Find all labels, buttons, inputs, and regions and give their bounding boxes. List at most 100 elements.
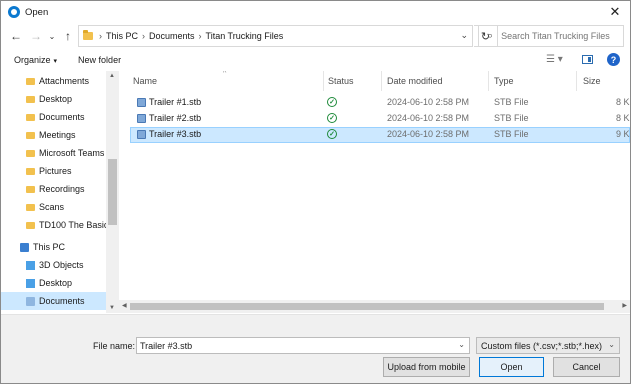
navigation-bar: ← → ⌄ ↑ › This PC › Documents › Titan Tr… <box>1 23 630 49</box>
file-size: 8 KB <box>616 97 630 107</box>
sidebar-item-td100-the-basics[interactable]: TD100 The Basics <box>1 216 113 234</box>
sidebar-item-microsoft-teams[interactable]: Microsoft Teams <box>1 144 106 162</box>
file-date: 2024-06-10 2:58 PM <box>387 113 470 123</box>
sidebar-item-label: Meetings <box>39 130 76 140</box>
sort-ascending-icon: ^ <box>223 71 227 77</box>
breadcrumb-documents[interactable]: Documents <box>149 31 195 41</box>
dialog-footer: File name: Trailer #3.stb ⌄ Custom files… <box>1 314 630 383</box>
sidebar-item-label: This PC <box>33 242 66 252</box>
chevron-down-icon[interactable]: ⌄ <box>46 25 58 47</box>
sidebar-item-documents[interactable]: Documents <box>1 108 106 126</box>
sidebar-item-attachments[interactable]: Attachments <box>1 72 106 90</box>
breadcrumb-titan-trucking-files[interactable]: Titan Trucking Files <box>206 31 284 41</box>
file-type-filter-value: Custom files (*.csv;*.stb;*.hex) <box>481 340 603 351</box>
file-row[interactable]: Trailer #1.stb ✓ 2024-06-10 2:58 PM STB … <box>130 95 630 111</box>
file-name: Trailer #2.stb <box>149 113 202 123</box>
new-folder-button[interactable]: New folder <box>78 55 121 65</box>
file-name: Trailer #1.stb <box>149 97 202 107</box>
documents-icon <box>26 296 35 306</box>
cancel-button[interactable]: Cancel <box>553 357 620 377</box>
file-name-label: File name: <box>93 341 136 351</box>
file-name: Trailer #3.stb <box>149 129 202 139</box>
arrow-up-icon[interactable]: ↑ <box>58 25 78 47</box>
folder-icon <box>26 113 35 121</box>
preview-pane-icon[interactable] <box>582 55 593 64</box>
scroll-left-icon[interactable]: ◀ <box>122 302 127 309</box>
navigation-pane: Attachments Desktop Documents Meetings M… <box>1 71 119 313</box>
scroll-up-icon[interactable]: ▲ <box>109 73 115 79</box>
open-button[interactable]: Open <box>479 357 544 377</box>
folder-icon <box>26 221 35 229</box>
column-header-size[interactable]: Size <box>583 71 601 91</box>
column-header-date-modified[interactable]: Date modified <box>387 71 443 91</box>
help-icon[interactable]: ? <box>607 53 620 66</box>
organize-button[interactable]: Organize ▾ <box>14 55 57 65</box>
file-name-field[interactable]: Trailer #3.stb ⌄ <box>136 337 470 354</box>
sidebar-item-label: Documents <box>39 112 85 122</box>
sidebar-item-pictures[interactable]: Pictures <box>1 162 106 180</box>
search-icon: ⌕ <box>487 29 494 42</box>
scrollbar-thumb[interactable] <box>130 303 604 310</box>
view-options-icon[interactable]: ☰ ▾ <box>546 54 563 65</box>
chevron-down-icon[interactable]: ⌄ <box>460 30 468 41</box>
sidebar-item-desktop[interactable]: Desktop <box>1 90 106 108</box>
file-type: STB File <box>494 113 529 123</box>
computer-icon <box>20 242 29 252</box>
file-icon <box>137 98 146 107</box>
desktop-icon <box>26 278 35 288</box>
upload-from-mobile-button[interactable]: Upload from mobile <box>383 357 470 377</box>
file-icon <box>137 114 146 123</box>
sidebar-item-label: Microsoft Teams <box>39 148 105 158</box>
sidebar-item-label: Attachments <box>39 76 90 86</box>
column-divider[interactable] <box>488 71 489 91</box>
window-title: Open <box>25 6 49 18</box>
close-button[interactable]: ✕ <box>606 4 624 20</box>
sidebar-item-recordings[interactable]: Recordings <box>1 180 106 198</box>
organize-label: Organize <box>14 55 51 65</box>
sidebar-item-documents-pc[interactable]: Documents <box>1 292 106 310</box>
command-bar: Organize ▾ New folder ☰ ▾ ? <box>1 49 630 71</box>
folder-icon <box>26 149 35 157</box>
scroll-down-icon[interactable]: ▼ <box>109 305 115 311</box>
scroll-right-icon[interactable]: ▶ <box>622 302 627 309</box>
sidebar-item-label: Pictures <box>39 166 72 176</box>
search-box[interactable]: ⌕ <box>478 25 624 47</box>
file-row[interactable]: Trailer #2.stb ✓ 2024-06-10 2:58 PM STB … <box>130 111 630 127</box>
file-type-filter[interactable]: Custom files (*.csv;*.stb;*.hex) ⌄ <box>476 337 620 354</box>
column-divider[interactable] <box>323 71 324 91</box>
sidebar-item-desktop-pc[interactable]: Desktop <box>1 274 106 292</box>
edge-icon <box>8 6 20 18</box>
scrollbar-thumb[interactable] <box>108 159 117 225</box>
folder-icon <box>26 167 35 175</box>
breadcrumb-this-pc[interactable]: This PC <box>106 31 138 41</box>
chevron-down-icon[interactable]: ⌄ <box>458 340 465 349</box>
chevron-right-icon: › <box>99 31 102 41</box>
arrow-right-icon[interactable]: → <box>26 25 46 47</box>
sidebar-scrollbar[interactable]: ▲ ▼ <box>106 71 119 313</box>
folder-icon <box>26 185 35 193</box>
column-divider[interactable] <box>576 71 577 91</box>
sidebar-item-this-pc[interactable]: This PC <box>1 238 106 256</box>
sidebar-item-scans[interactable]: Scans <box>1 198 106 216</box>
column-header-name[interactable]: Name <box>133 71 157 91</box>
sidebar-item-label: Documents <box>39 296 85 306</box>
column-header-status[interactable]: Status <box>328 71 354 91</box>
search-input[interactable] <box>501 31 614 41</box>
file-list: ^ Name Status Date modified Type Size Tr… <box>119 71 630 313</box>
sidebar-item-label: Desktop <box>39 278 73 288</box>
column-divider[interactable] <box>381 71 382 91</box>
column-header-type[interactable]: Type <box>494 71 514 91</box>
address-bar[interactable]: › This PC › Documents › Titan Trucking F… <box>78 25 473 47</box>
sidebar-item-meetings[interactable]: Meetings <box>1 126 106 144</box>
file-type: STB File <box>494 129 529 139</box>
file-type: STB File <box>494 97 529 107</box>
sidebar-item-3d-objects[interactable]: 3D Objects <box>1 256 106 274</box>
file-name-value: Trailer #3.stb <box>140 340 193 351</box>
chevron-down-icon[interactable]: ⌄ <box>608 340 615 349</box>
file-row-selected[interactable]: Trailer #3.stb ✓ 2024-06-10 2:58 PM STB … <box>130 127 630 143</box>
sync-ok-icon: ✓ <box>327 97 337 107</box>
sidebar-item-label: Scans <box>39 202 65 212</box>
arrow-left-icon[interactable]: ← <box>6 25 26 47</box>
horizontal-scrollbar[interactable]: ◀ ▶ <box>119 300 630 313</box>
open-dialog: Open ✕ ← → ⌄ ↑ › This PC › Documents › T… <box>0 0 631 384</box>
